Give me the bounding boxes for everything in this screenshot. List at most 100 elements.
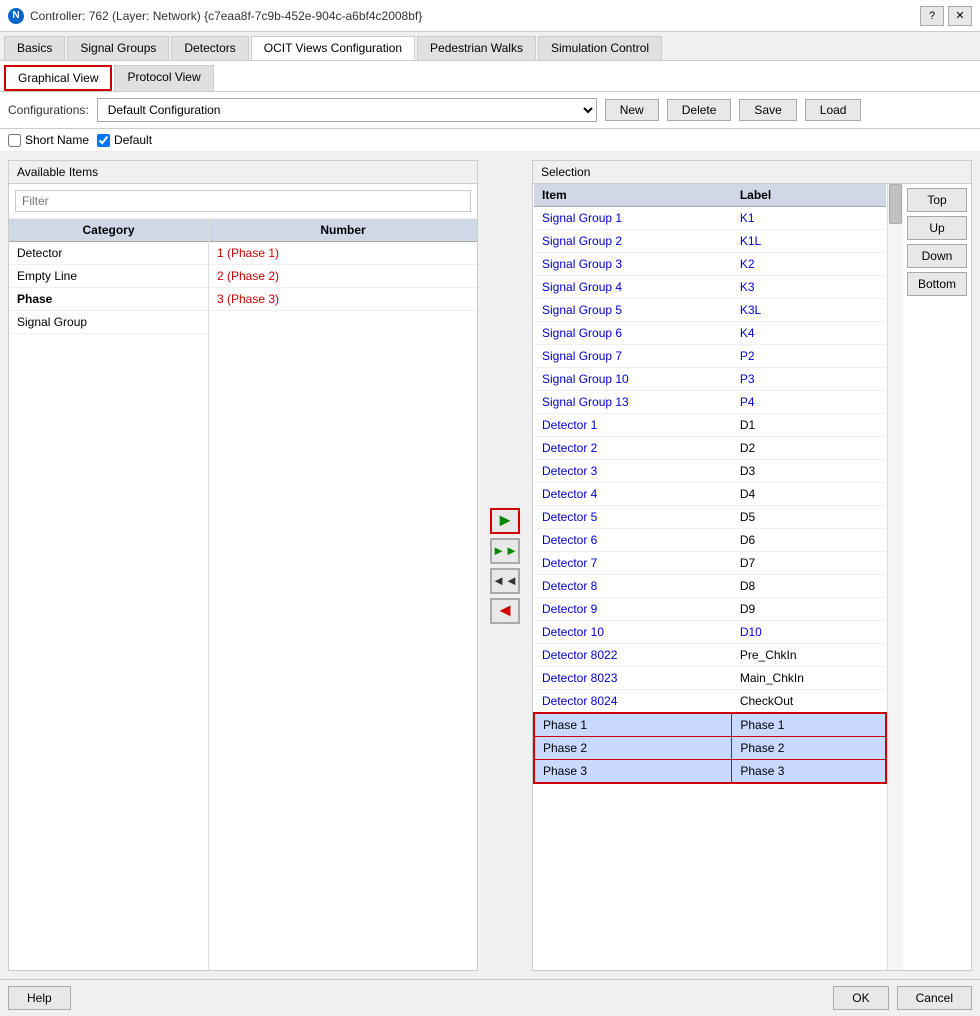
table-row[interactable]: Detector 8024CheckOut xyxy=(534,690,886,714)
table-cell-item: Detector 8 xyxy=(534,575,732,598)
ok-button[interactable]: OK xyxy=(833,986,888,1010)
table-cell-label: Main_ChkIn xyxy=(732,667,886,690)
bottom-bar: Help OK Cancel xyxy=(0,979,980,1016)
configurations-select[interactable]: Default Configuration xyxy=(97,98,597,122)
table-row[interactable]: Detector 5D5 xyxy=(534,506,886,529)
delete-button[interactable]: Delete xyxy=(667,99,732,121)
tab-simulation-control[interactable]: Simulation Control xyxy=(538,36,662,60)
table-cell-item: Signal Group 10 xyxy=(534,368,732,391)
help-button[interactable]: Help xyxy=(8,986,71,1010)
table-cell-label: Phase 1 xyxy=(732,713,886,737)
table-cell-item: Detector 6 xyxy=(534,529,732,552)
table-cell-label: P2 xyxy=(732,345,886,368)
number-column: Number 1 (Phase 1) 2 (Phase 2) 3 (Phase … xyxy=(209,219,477,970)
down-button[interactable]: Down xyxy=(907,244,967,268)
selection-table-area: Item Label Signal Group 1K1Signal Group … xyxy=(533,184,887,970)
content-area: Available Items Category Detector Empty … xyxy=(0,152,980,979)
default-checkbox[interactable] xyxy=(97,134,110,147)
tab-ocit-views[interactable]: OCIT Views Configuration xyxy=(251,36,415,60)
double-arrow-left-icon: ◄◄ xyxy=(492,573,518,588)
table-cell-item: Detector 8023 xyxy=(534,667,732,690)
table-row[interactable]: Phase 1Phase 1 xyxy=(534,713,886,737)
help-window-button[interactable]: ? xyxy=(920,6,944,26)
up-button[interactable]: Up xyxy=(907,216,967,240)
short-name-option[interactable]: Short Name xyxy=(8,133,89,147)
table-row[interactable]: Phase 2Phase 2 xyxy=(534,737,886,760)
number-item-3[interactable]: 3 (Phase 3) xyxy=(209,288,477,311)
table-row[interactable]: Signal Group 13P4 xyxy=(534,391,886,414)
category-signal-group[interactable]: Signal Group xyxy=(9,311,208,334)
table-row[interactable]: Detector 7D7 xyxy=(534,552,886,575)
table-cell-label: Phase 3 xyxy=(732,760,886,784)
table-cell-item: Detector 2 xyxy=(534,437,732,460)
close-window-button[interactable]: ✕ xyxy=(948,6,972,26)
table-cell-label: D9 xyxy=(732,598,886,621)
table-cell-item: Detector 8024 xyxy=(534,690,732,714)
table-row[interactable]: Signal Group 3K2 xyxy=(534,253,886,276)
table-row[interactable]: Detector 8D8 xyxy=(534,575,886,598)
filter-input[interactable] xyxy=(15,190,471,212)
table-row[interactable]: Detector 4D4 xyxy=(534,483,886,506)
left-panel-content: Category Detector Empty Line Phase Signa… xyxy=(9,219,477,970)
table-cell-label: P3 xyxy=(732,368,886,391)
table-row[interactable]: Detector 10D10 xyxy=(534,621,886,644)
load-button[interactable]: Load xyxy=(805,99,862,121)
table-cell-label: K1 xyxy=(732,207,886,230)
table-row[interactable]: Detector 1D1 xyxy=(534,414,886,437)
table-row[interactable]: Detector 9D9 xyxy=(534,598,886,621)
tab-basics[interactable]: Basics xyxy=(4,36,65,60)
short-name-checkbox[interactable] xyxy=(8,134,21,147)
scrollbar[interactable] xyxy=(887,184,903,970)
save-button[interactable]: Save xyxy=(739,99,796,121)
app-icon: N xyxy=(8,8,24,24)
new-button[interactable]: New xyxy=(605,99,659,121)
table-row[interactable]: Detector 2D2 xyxy=(534,437,886,460)
bottom-button[interactable]: Bottom xyxy=(907,272,967,296)
table-row[interactable]: Detector 8023Main_ChkIn xyxy=(534,667,886,690)
remove-all-button[interactable]: ◄◄ xyxy=(490,568,520,594)
table-cell-item: Signal Group 2 xyxy=(534,230,732,253)
table-cell-item: Detector 7 xyxy=(534,552,732,575)
tab-pedestrian-walks[interactable]: Pedestrian Walks xyxy=(417,36,536,60)
table-row[interactable]: Signal Group 4K3 xyxy=(534,276,886,299)
table-cell-item: Detector 4 xyxy=(534,483,732,506)
category-empty-line[interactable]: Empty Line xyxy=(9,265,208,288)
number-col-header: Number xyxy=(209,219,477,242)
default-option[interactable]: Default xyxy=(97,133,152,147)
tab-signal-groups[interactable]: Signal Groups xyxy=(67,36,169,60)
table-row[interactable]: Phase 3Phase 3 xyxy=(534,760,886,784)
table-row[interactable]: Signal Group 2K1L xyxy=(534,230,886,253)
top-button[interactable]: Top xyxy=(907,188,967,212)
number-item-1[interactable]: 1 (Phase 1) xyxy=(209,242,477,265)
category-phase[interactable]: Phase xyxy=(9,288,208,311)
table-cell-label: K3 xyxy=(732,276,886,299)
table-cell-item: Signal Group 7 xyxy=(534,345,732,368)
scrollbar-thumb[interactable] xyxy=(889,184,902,224)
table-row[interactable]: Signal Group 10P3 xyxy=(534,368,886,391)
remove-selected-button[interactable]: ◄ xyxy=(490,598,520,624)
table-row[interactable]: Signal Group 1K1 xyxy=(534,207,886,230)
table-row[interactable]: Signal Group 6K4 xyxy=(534,322,886,345)
tab-detectors[interactable]: Detectors xyxy=(171,36,248,60)
side-buttons: Top Up Down Bottom xyxy=(903,184,971,970)
add-all-button[interactable]: ►► xyxy=(490,538,520,564)
category-detector[interactable]: Detector xyxy=(9,242,208,265)
table-row[interactable]: Detector 8022Pre_ChkIn xyxy=(534,644,886,667)
tab-protocol-view[interactable]: Protocol View xyxy=(114,65,213,91)
table-row[interactable]: Signal Group 7P2 xyxy=(534,345,886,368)
add-selected-button[interactable]: ► xyxy=(490,508,520,534)
right-panel: Selection Item Label Signal Group 1K1Sig… xyxy=(532,160,972,971)
table-cell-label: D2 xyxy=(732,437,886,460)
number-item-2[interactable]: 2 (Phase 2) xyxy=(209,265,477,288)
left-panel: Available Items Category Detector Empty … xyxy=(8,160,478,971)
toolbar: Configurations: Default Configuration Ne… xyxy=(0,92,980,129)
category-col-header: Category xyxy=(9,219,208,242)
cancel-button[interactable]: Cancel xyxy=(897,986,972,1010)
table-cell-item: Detector 10 xyxy=(534,621,732,644)
tab-graphical-view[interactable]: Graphical View xyxy=(4,65,112,91)
table-row[interactable]: Detector 6D6 xyxy=(534,529,886,552)
table-row[interactable]: Detector 3D3 xyxy=(534,460,886,483)
short-name-label: Short Name xyxy=(25,133,89,147)
table-row[interactable]: Signal Group 5K3L xyxy=(534,299,886,322)
table-cell-label: K4 xyxy=(732,322,886,345)
